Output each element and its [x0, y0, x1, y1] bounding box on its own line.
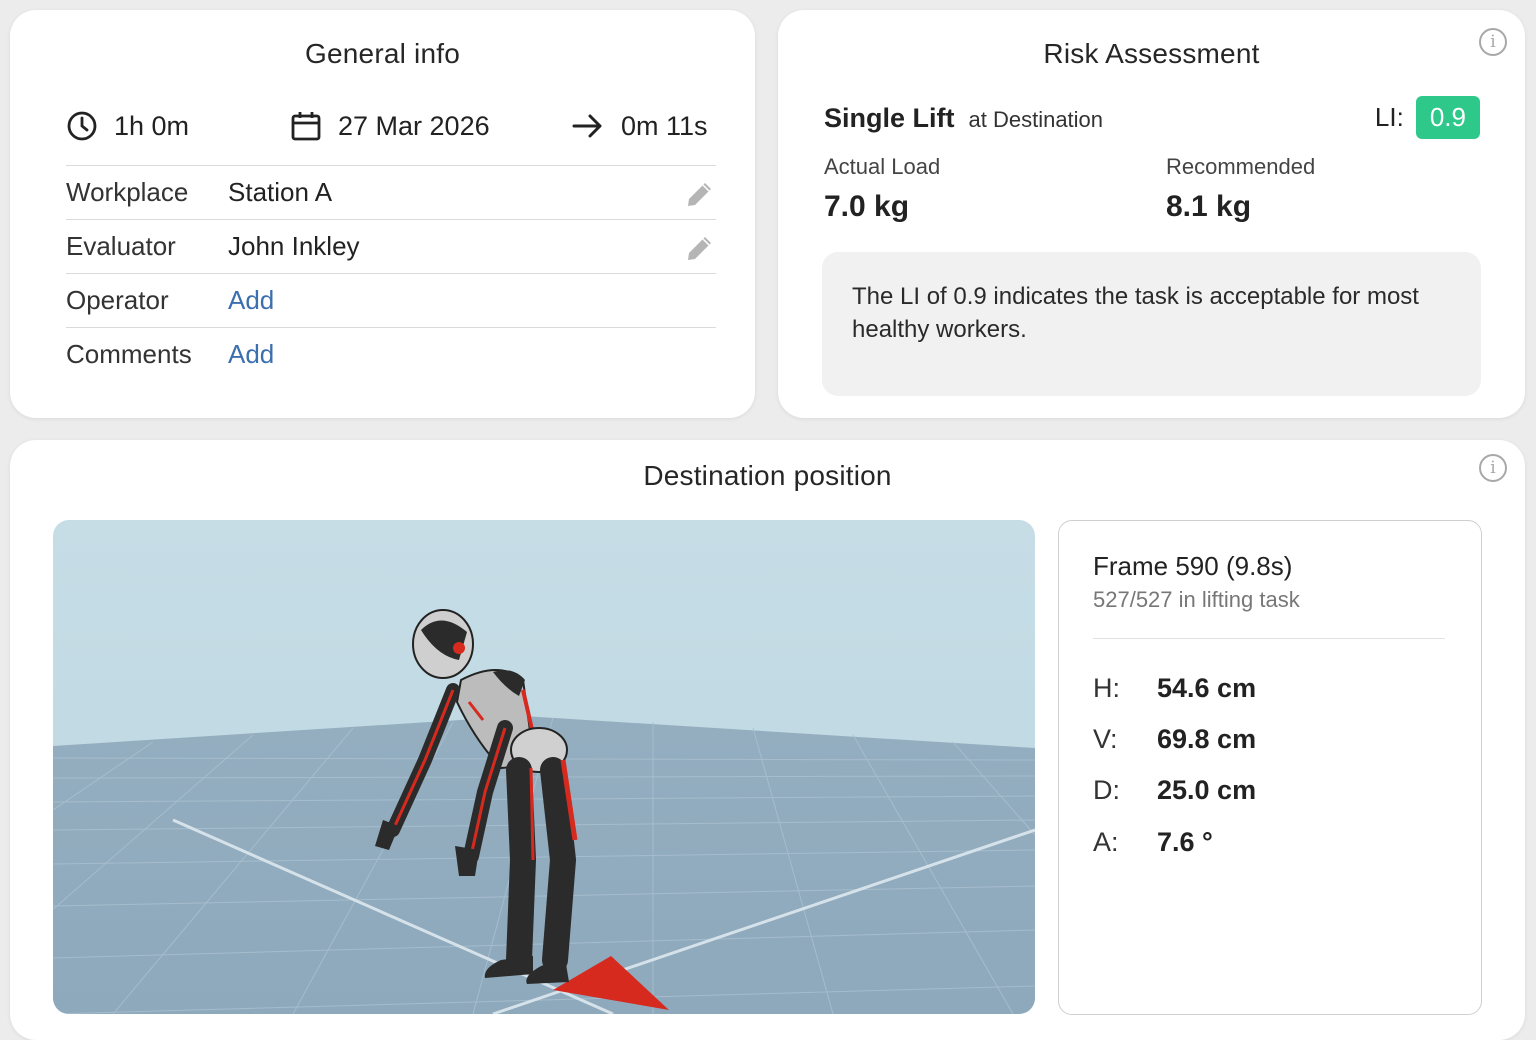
info-icon[interactable]: i [1479, 454, 1507, 482]
operator-row: Operator Add [66, 273, 716, 327]
measure-value: 7.6 ° [1157, 827, 1213, 857]
general-info-title: General info [305, 38, 460, 69]
recommended-load: Recommended 8.1 kg [1166, 154, 1315, 224]
frame-divider [1093, 638, 1445, 639]
measure-label: V: [1093, 724, 1118, 754]
3d-viewport[interactable] [53, 520, 1035, 1014]
actual-load-value: 7.0 kg [824, 190, 910, 223]
recommended-label: Recommended [1166, 154, 1316, 179]
measure-value: 54.6 cm [1157, 673, 1257, 703]
arrow-right-icon [572, 114, 602, 138]
measure-value: 69.8 cm [1157, 724, 1257, 754]
measure-v: V: 69.8 cm [1093, 724, 1256, 755]
measure-h: H: 54.6 cm [1093, 673, 1256, 704]
actual-load: Actual Load 7.0 kg [824, 154, 940, 224]
date-item: 27 Mar 2026 [290, 110, 490, 142]
li-note: The LI of 0.9 indicates the task is acce… [822, 252, 1481, 396]
risk-assessment-title: Risk Assessment [1043, 38, 1260, 69]
frame-title: Frame 590 (9.8s) [1093, 551, 1293, 581]
risk-assessment-card: Risk Assessment i Single Lift at Destina… [778, 10, 1525, 418]
info-table: Workplace Station A Evaluator John Inkle… [66, 165, 716, 381]
destination-position-card: Destination position i Frame 590 (9.8s) … [10, 440, 1525, 1040]
recommended-value: 8.1 kg [1166, 190, 1252, 223]
frame-panel: Frame 590 (9.8s) 527/527 in lifting task… [1058, 520, 1482, 1015]
elapsed-value: 0m 11s [621, 110, 708, 141]
3d-scene[interactable] [53, 520, 1035, 1014]
calendar-icon [291, 112, 321, 141]
date-value: 27 Mar 2026 [338, 110, 490, 141]
workplace-value: Station A [228, 177, 333, 207]
frame-subtitle: 527/527 in lifting task [1093, 587, 1300, 612]
comments-add-link[interactable]: Add [228, 339, 274, 370]
evaluator-value: John Inkley [228, 231, 360, 261]
measure-label: A: [1093, 827, 1119, 857]
pencil-icon[interactable] [684, 178, 716, 210]
workplace-label: Workplace [66, 177, 189, 207]
measure-label: H: [1093, 673, 1120, 703]
lift-row: Single Lift at Destination LI: 0.9 [824, 96, 1480, 140]
actual-load-label: Actual Load [824, 154, 941, 179]
evaluator-row: Evaluator John Inkley [66, 219, 716, 273]
comments-label: Comments [66, 339, 192, 369]
duration-item: 1h 0m [66, 110, 189, 142]
li-label: LI: [1374, 102, 1404, 132]
lift-location: at Destination [968, 107, 1104, 132]
elapsed-item: 0m 11s [571, 110, 708, 142]
summary-row: 1h 0m 27 Mar 2026 0m 11s [66, 110, 721, 146]
measure-label: D: [1093, 775, 1120, 805]
general-info-card: General info 1h 0m 27 Mar 2026 0m 11s Wo… [10, 10, 755, 418]
evaluator-label: Evaluator [66, 231, 176, 261]
measure-d: D: 25.0 cm [1093, 775, 1256, 806]
workplace-row: Workplace Station A [66, 165, 716, 219]
comments-row: Comments Add [66, 327, 716, 381]
measure-a: A: 7.6 ° [1093, 827, 1213, 858]
lift-type: Single Lift [824, 102, 955, 133]
duration-value: 1h 0m [114, 110, 190, 141]
pencil-icon[interactable] [684, 232, 716, 264]
destination-title: Destination position [643, 460, 892, 491]
operator-add-link[interactable]: Add [228, 285, 274, 316]
li-badge: 0.9 [1415, 96, 1480, 139]
measure-value: 25.0 cm [1157, 775, 1257, 805]
info-icon[interactable]: i [1479, 28, 1507, 56]
operator-label: Operator [66, 285, 169, 315]
li-group: LI: 0.9 [1375, 96, 1480, 139]
clock-icon [67, 111, 97, 141]
